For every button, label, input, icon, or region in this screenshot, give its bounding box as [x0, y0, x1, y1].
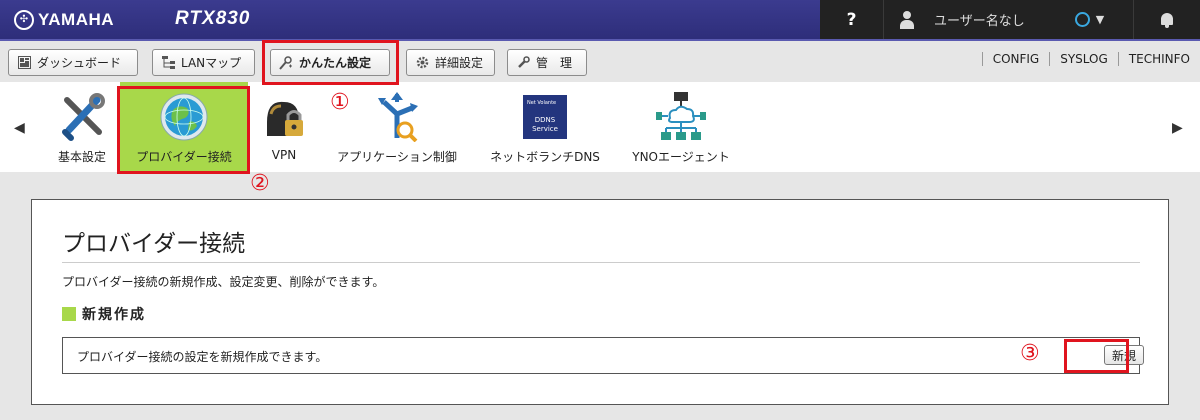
- tool-basic-settings[interactable]: 基本設定: [44, 82, 120, 172]
- notifications-button[interactable]: [1134, 0, 1200, 39]
- tab-label: LANマップ: [181, 56, 242, 70]
- tool-label: ネットボランチDNS: [490, 150, 600, 164]
- user-icon: [900, 10, 914, 29]
- ddns-icon-brand: Net Volante: [527, 100, 556, 106]
- app-header: ✣ YAMAHA RTX830 ? ユーザー名なし ▼: [0, 0, 1200, 39]
- page-title: プロバイダー接続: [62, 231, 246, 257]
- header-tools: ? ユーザー名なし ▼: [820, 0, 1200, 39]
- tool-label: 基本設定: [57, 150, 106, 164]
- tab-label: 詳細設定: [435, 56, 484, 70]
- chevron-down-icon[interactable]: ▼: [1096, 13, 1104, 26]
- model-name: RTX830: [175, 8, 251, 29]
- tool-label: VPN: [271, 148, 297, 162]
- tool-label: YNOエージェント: [632, 150, 730, 164]
- scroll-left-icon[interactable]: ◀: [14, 120, 25, 136]
- bell-icon: [1160, 12, 1174, 28]
- tool-yno-agent[interactable]: YNOエージェント: [622, 82, 740, 172]
- brand-name: YAMAHA: [38, 9, 115, 29]
- tool-application-control[interactable]: アプリケーション制御: [330, 82, 464, 172]
- ddns-icon-title: DDNS: [535, 116, 556, 124]
- highlight-box-easy-setup: [262, 40, 399, 85]
- annotation-3: ③: [1020, 341, 1040, 366]
- tool-netvolante-dns[interactable]: Net Volante DDNS Service ネットボランチDNS: [482, 82, 608, 172]
- user-menu[interactable]: ユーザー名なし ▼: [884, 0, 1134, 39]
- syslog-link[interactable]: SYSLOG: [1049, 52, 1118, 66]
- dashboard-icon: [17, 56, 31, 70]
- tab-dashboard[interactable]: ダッシュボード: [8, 49, 138, 76]
- yamaha-logo-icon: ✣: [14, 9, 34, 30]
- divider: [62, 262, 1140, 263]
- techinfo-link[interactable]: TECHINFO: [1117, 52, 1200, 66]
- highlight-box-new-button: [1064, 339, 1129, 373]
- row-description: プロバイダー接続の設定を新規作成できます。: [77, 350, 328, 364]
- user-name: ユーザー名なし: [934, 14, 1025, 29]
- tab-label: 管 理: [536, 56, 573, 70]
- lan-map-icon: [161, 56, 175, 70]
- main-nav: ダッシュボード LANマップ かんたん設定 詳細設定 管 理 CONFIG SY…: [0, 39, 1200, 82]
- section-title: 新規作成: [82, 307, 146, 323]
- provider-connection-panel: プロバイダー接続 プロバイダー接続の新規作成、設定変更、削除ができます。 新規作…: [31, 199, 1169, 405]
- app-control-icon: [372, 92, 422, 143]
- tab-lan-map[interactable]: LANマップ: [152, 49, 255, 76]
- new-connection-row: プロバイダー接続の設定を新規作成できます。 新規: [62, 337, 1144, 374]
- network-icon: [656, 92, 706, 142]
- scroll-right-icon[interactable]: ▶: [1172, 120, 1183, 136]
- top-links: CONFIG SYSLOG TECHINFO: [981, 52, 1200, 66]
- tools-icon: [57, 92, 107, 142]
- tab-advanced[interactable]: 詳細設定: [406, 49, 495, 76]
- tool-vpn[interactable]: VPN: [258, 82, 310, 172]
- gear-icon: [415, 56, 429, 70]
- help-button[interactable]: ?: [820, 0, 884, 39]
- annotation-2: ②: [250, 171, 270, 196]
- annotation-1: ①: [330, 90, 350, 115]
- tab-label: ダッシュボード: [37, 56, 122, 70]
- lock-icon: [259, 92, 309, 142]
- section-marker-icon: [62, 307, 76, 321]
- highlight-box-provider: [117, 86, 250, 174]
- ddns-icon: Net Volante DDNS Service: [520, 92, 570, 142]
- loading-indicator-icon: [1074, 12, 1090, 27]
- tab-management[interactable]: 管 理: [507, 49, 587, 76]
- tool-label: アプリケーション制御: [337, 150, 457, 164]
- page-description: プロバイダー接続の新規作成、設定変更、削除ができます。: [62, 275, 385, 289]
- help-icon: ?: [846, 9, 857, 30]
- section-heading: 新規作成: [62, 304, 146, 324]
- config-link[interactable]: CONFIG: [981, 52, 1050, 66]
- brand: ✣ YAMAHA: [0, 0, 114, 39]
- wrench-icon: [516, 56, 530, 70]
- ddns-icon-subtitle: Service: [532, 125, 558, 133]
